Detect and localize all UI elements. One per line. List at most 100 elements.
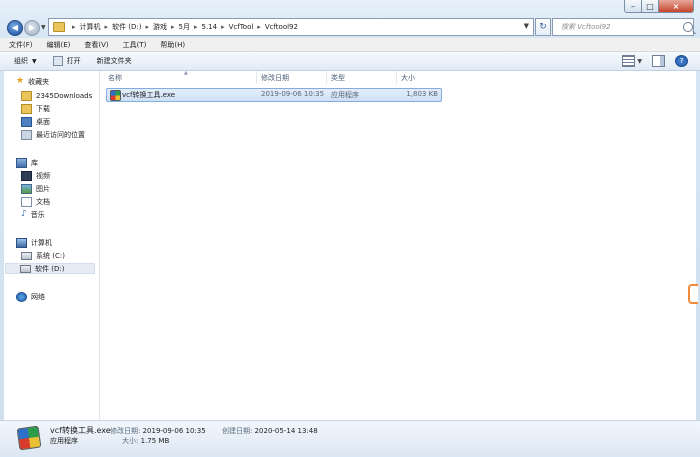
pictures-library-icon xyxy=(21,183,32,194)
breadcrumb-vcftool92[interactable]: Vcftool92 xyxy=(265,23,298,31)
desktop-icon xyxy=(21,116,32,127)
refresh-icon: ↻ xyxy=(539,22,547,32)
back-button[interactable]: ◀ xyxy=(7,20,23,36)
chevron-right-icon[interactable]: ▸ xyxy=(171,23,175,31)
sidebar-item-2345downloads[interactable]: 2345Downloads xyxy=(21,90,92,101)
minimize-button[interactable]: – xyxy=(624,0,642,13)
column-header-size[interactable]: 大小 xyxy=(396,71,449,84)
column-header-type[interactable]: 类型 xyxy=(326,71,401,84)
file-row-selected[interactable]: vcf转换工具.exe 2019-09-06 10:35 应用程序 1,803 … xyxy=(106,88,442,102)
folder-icon xyxy=(21,90,32,101)
address-dropdown-icon[interactable]: ▼ xyxy=(524,22,529,30)
details-size-value: 1.75 MB xyxy=(140,437,170,445)
computer-icon xyxy=(16,237,27,248)
menu-help[interactable]: 帮助(H) xyxy=(151,40,190,50)
breadcrumb: ▸ 计算机 ▸ 软件 (D:) ▸ 游戏 ▸ 5月 ▸ 5.14 ▸ VcfTo… xyxy=(68,22,298,32)
address-bar[interactable]: ▸ 计算机 ▸ 软件 (D:) ▸ 游戏 ▸ 5月 ▸ 5.14 ▸ VcfTo… xyxy=(48,18,534,36)
sidebar-item-recent-places[interactable]: 最近访问的位置 xyxy=(21,129,85,140)
column-header-name[interactable]: 名称 ▲ xyxy=(108,70,256,84)
breadcrumb-may[interactable]: 5月 xyxy=(179,22,190,32)
sidebar-item-label: 收藏夹 xyxy=(28,77,50,86)
sort-ascending-icon: ▲ xyxy=(184,70,188,76)
breadcrumb-5-14[interactable]: 5.14 xyxy=(201,23,217,31)
preview-pane-icon[interactable] xyxy=(652,55,665,67)
column-header-modified[interactable]: 修改日期 xyxy=(256,71,331,84)
sidebar-item-drive-c[interactable]: 系统 (C:) xyxy=(21,250,65,261)
sidebar-item-favorites[interactable]: ★ 收藏夹 xyxy=(16,76,49,87)
details-modified-value: 2019-09-06 10:35 xyxy=(142,427,206,435)
sidebar-item-label: 网络 xyxy=(31,292,45,301)
sidebar-item-label: 下载 xyxy=(36,104,50,113)
close-button[interactable]: × xyxy=(659,0,694,13)
details-modified-label: 修改日期: xyxy=(110,427,141,435)
details-file-name: vcf转换工具.exe xyxy=(50,426,111,435)
file-type: 应用程序 xyxy=(331,91,359,99)
toolbar-right: ▼ ? xyxy=(622,55,688,67)
forward-button[interactable]: ▶ xyxy=(24,20,40,36)
details-pane: vcf转换工具.exe 应用程序 修改日期: 2019-09-06 10:35 … xyxy=(0,420,700,457)
file-size: 1,803 KB xyxy=(406,90,438,98)
menu-edit[interactable]: 编辑(E) xyxy=(38,40,76,50)
file-name: vcf转换工具.exe xyxy=(122,91,176,99)
menu-view[interactable]: 查看(V) xyxy=(75,40,113,50)
sidebar-item-label: 软件 (D:) xyxy=(35,264,65,273)
view-options-dropdown-icon[interactable]: ▼ xyxy=(637,58,642,65)
breadcrumb-games[interactable]: 游戏 xyxy=(153,22,167,32)
file-modified: 2019-09-06 10:35 xyxy=(261,90,325,98)
sidebar-item-videos[interactable]: 视频 xyxy=(21,170,50,181)
sidebar-item-libraries[interactable]: 库 xyxy=(16,157,38,168)
new-folder-button[interactable]: 新建文件夹 xyxy=(89,52,140,70)
sidebar-item-downloads[interactable]: 下载 xyxy=(21,103,50,114)
open-button[interactable]: 打开 xyxy=(45,52,89,70)
library-icon xyxy=(16,157,27,168)
sidebar-item-documents[interactable]: 文档 xyxy=(21,196,50,207)
help-icon[interactable]: ? xyxy=(675,55,688,67)
sidebar-item-label: 2345Downloads xyxy=(36,91,93,100)
menu-file[interactable]: 文件(F) xyxy=(0,40,38,50)
change-view-icon[interactable] xyxy=(622,55,636,67)
organize-button[interactable]: 组织 ▼ xyxy=(6,52,45,70)
sidebar-item-label: 最近访问的位置 xyxy=(36,130,85,139)
exe-app-icon xyxy=(110,89,121,101)
explorer-window: – □ × ◀ ▶ ▼ ▸ 计算机 ▸ 软件 (D:) ▸ 游戏 ▸ 5月 ▸ … xyxy=(0,0,700,457)
navigation-pane: ★ 收藏夹 2345Downloads 下载 桌面 最近访问的位置 库 视频 图… xyxy=(4,71,100,420)
breadcrumb-computer[interactable]: 计算机 xyxy=(80,22,101,32)
menu-tools[interactable]: 工具(T) xyxy=(114,40,152,50)
refresh-button[interactable]: ↻ xyxy=(535,18,551,36)
chevron-right-icon[interactable]: ▸ xyxy=(145,23,149,31)
chevron-right-icon[interactable]: ▸ xyxy=(194,23,198,31)
maximize-button[interactable]: □ xyxy=(642,0,659,13)
recent-pages-dropdown-icon[interactable]: ▼ xyxy=(41,24,46,31)
column-header-label: 名称 xyxy=(108,73,122,82)
sidebar-item-pictures[interactable]: 图片 xyxy=(21,183,50,194)
drive-icon xyxy=(21,251,32,260)
sidebar-item-network[interactable]: 网络 xyxy=(16,291,45,302)
breadcrumb-vcftool[interactable]: VcfTool xyxy=(229,23,254,31)
video-library-icon xyxy=(21,170,32,181)
chevron-right-icon[interactable]: ▸ xyxy=(257,23,261,31)
details-file-type: 应用程序 xyxy=(50,437,78,445)
details-created-value: 2020-05-14 13:48 xyxy=(254,427,318,435)
folder-icon xyxy=(53,22,65,32)
recent-places-icon xyxy=(21,129,32,140)
sidebar-item-label: 库 xyxy=(31,158,38,167)
sidebar-item-computer[interactable]: 计算机 xyxy=(16,237,52,248)
floating-side-tab[interactable] xyxy=(688,284,698,304)
chevron-right-icon[interactable]: ▸ xyxy=(105,23,109,31)
breadcrumb-drive-d[interactable]: 软件 (D:) xyxy=(112,22,141,32)
chevron-right-icon[interactable]: ▸ xyxy=(221,23,225,31)
search-input[interactable] xyxy=(559,22,678,32)
chevron-down-icon: ▼ xyxy=(32,57,37,65)
sidebar-item-desktop[interactable]: 桌面 xyxy=(21,116,50,127)
search-icon[interactable] xyxy=(683,22,693,32)
exe-app-icon xyxy=(16,425,42,451)
star-icon: ★ xyxy=(16,76,25,86)
sidebar-item-drive-d[interactable]: 软件 (D:) xyxy=(5,263,95,274)
sidebar-item-label: 计算机 xyxy=(31,238,52,247)
search-box[interactable] xyxy=(552,18,694,36)
open-label: 打开 xyxy=(66,57,81,65)
sidebar-item-music[interactable]: ♪ 音乐 xyxy=(21,209,45,220)
sidebar-item-label: 系统 (C:) xyxy=(36,251,65,260)
chevron-right-icon[interactable]: ▸ xyxy=(72,23,76,31)
organize-label: 组织 xyxy=(14,57,28,65)
